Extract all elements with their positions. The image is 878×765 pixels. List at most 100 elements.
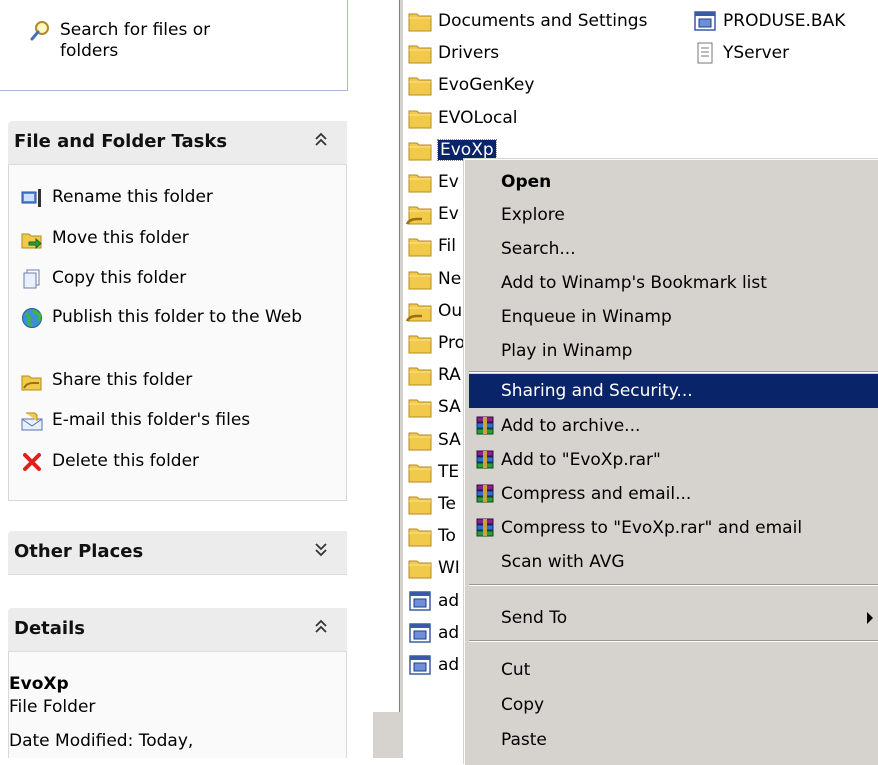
- context-menu-item[interactable]: Play in Winamp: [469, 334, 878, 368]
- file-list-item[interactable]: TE: [405, 457, 459, 487]
- file-list-item[interactable]: Documents and Settings: [405, 6, 647, 36]
- file-name: Fil: [438, 236, 456, 257]
- file-list-item[interactable]: SA: [405, 392, 461, 422]
- file-list-item[interactable]: EVOLocal: [405, 103, 518, 133]
- folder-icon: [408, 13, 432, 32]
- menu-item-label: Sharing and Security...: [501, 381, 693, 401]
- file-list-item[interactable]: To: [405, 521, 456, 551]
- task-move[interactable]: Move this folder: [9, 228, 302, 250]
- file-list-item[interactable]: YServer: [690, 38, 789, 68]
- task-publish[interactable]: Publish this folder to the Web: [9, 307, 302, 329]
- file-list-item[interactable]: ad: [405, 586, 459, 616]
- file-list-item[interactable]: Ev: [405, 167, 459, 197]
- move-icon: [21, 233, 42, 250]
- menu-item-label: Add to "EvoXp.rar": [501, 450, 661, 470]
- folder-icon: [408, 110, 432, 129]
- file-list-item[interactable]: RA: [405, 360, 461, 390]
- text-file-icon: [697, 42, 713, 64]
- file-list-item[interactable]: Drivers: [405, 38, 499, 68]
- file-name: Te: [438, 494, 456, 514]
- folder-icon: [408, 271, 432, 290]
- context-menu-item[interactable]: Scan with AVG: [469, 545, 878, 579]
- menu-item-icon-slot: [469, 550, 501, 574]
- other-places-header[interactable]: Other Places: [8, 531, 347, 575]
- menu-item-icon-slot: [469, 203, 501, 227]
- context-menu-item[interactable]: Open: [469, 165, 878, 199]
- file-folder-tasks-header[interactable]: File and Folder Tasks: [8, 121, 347, 165]
- copy-icon: [23, 269, 40, 289]
- file-list-item[interactable]: ad: [405, 650, 459, 680]
- task-pane: Search for files or folders File and Fol…: [0, 0, 373, 758]
- context-menu-item[interactable]: Explore: [469, 198, 878, 232]
- context-menu-item[interactable]: Send To: [469, 601, 878, 635]
- file-icon: [409, 655, 431, 675]
- file-list-item[interactable]: ad: [405, 618, 459, 648]
- file-list-item[interactable]: Te: [405, 489, 456, 519]
- file-list-item[interactable]: Fil: [405, 231, 456, 261]
- globe-icon: [22, 308, 42, 328]
- chevron-up-icon[interactable]: [311, 617, 331, 637]
- section-title: Details: [14, 618, 85, 639]
- folder-icon: [408, 399, 432, 418]
- file-list-item[interactable]: SA: [405, 425, 461, 455]
- winrar-icon: [476, 484, 494, 503]
- file-list-item[interactable]: Ne: [405, 264, 461, 294]
- file-list-item[interactable]: Ou: [405, 296, 462, 326]
- menu-item-label: Add to archive...: [501, 416, 641, 436]
- menu-separator: [469, 371, 878, 373]
- file-list-item[interactable]: Ev: [405, 199, 459, 229]
- context-menu-item[interactable]: Cut: [469, 653, 878, 687]
- menu-item-label: Search...: [501, 239, 576, 259]
- context-menu-item[interactable]: Compress and email...: [469, 477, 878, 511]
- task-label: Copy this folder: [52, 268, 187, 288]
- context-menu-item[interactable]: Add to archive...: [469, 409, 878, 443]
- folder-icon: [408, 174, 432, 193]
- file-name: YServer: [723, 43, 790, 64]
- task-email[interactable]: E-mail this folder's files: [9, 410, 302, 432]
- context-menu-item[interactable]: Add to Winamp's Bookmark list: [469, 266, 878, 300]
- rename-icon: [21, 189, 41, 207]
- file-list-item[interactable]: Pro: [405, 328, 465, 358]
- task-share[interactable]: Share this folder: [9, 370, 302, 392]
- menu-item-icon-slot: [469, 414, 501, 438]
- menu-item-icon-slot: [469, 170, 501, 194]
- submenu-arrow-icon: [867, 612, 873, 624]
- search-task-box: Search for files or folders: [0, 0, 348, 91]
- file-name: EvoGenKey: [438, 75, 535, 96]
- shared-folder-icon: [405, 303, 432, 322]
- task-label: Share this folder: [52, 370, 193, 390]
- context-menu-item[interactable]: Compress to "EvoXp.rar" and email: [469, 511, 878, 545]
- context-menu-item[interactable]: Copy: [469, 688, 878, 722]
- context-menu: Open Explore Search... Add to Winamp's Book…: [464, 159, 878, 765]
- details-header[interactable]: Details: [8, 608, 347, 652]
- details-type: File Folder: [9, 697, 96, 717]
- menu-separator: [469, 584, 878, 586]
- context-menu-item[interactable]: Sharing and Security...: [469, 374, 878, 408]
- task-rename[interactable]: Rename this folder: [9, 187, 302, 209]
- file-name: Ev: [438, 172, 459, 192]
- context-menu-item[interactable]: Paste: [469, 723, 878, 757]
- file-folder-tasks-body: Rename this folder Move this folder Copy…: [8, 165, 347, 501]
- task-label: Move this folder: [52, 228, 189, 248]
- file-list-item[interactable]: EvoGenKey: [405, 70, 534, 100]
- chevron-down-icon[interactable]: [311, 540, 331, 560]
- context-menu-item[interactable]: Add to "EvoXp.rar": [469, 443, 878, 477]
- file-list-item[interactable]: WI: [405, 553, 460, 583]
- folder-icon: [408, 45, 432, 64]
- search-task-link[interactable]: Search for files or folders: [0, 20, 260, 62]
- context-menu-item[interactable]: Search...: [469, 232, 878, 266]
- file-list-item[interactable]: PRODUSE.BAK: [690, 6, 845, 36]
- folder-icon: [408, 77, 432, 96]
- file-name: Ou: [438, 300, 463, 321]
- task-label: Rename this folder: [52, 187, 213, 207]
- winrar-icon: [476, 450, 494, 469]
- pane-divider[interactable]: [373, 0, 403, 758]
- menu-item-label: Scan with AVG: [501, 552, 625, 572]
- task-delete[interactable]: Delete this folder: [9, 451, 302, 473]
- file-name: To: [438, 526, 456, 547]
- task-copy[interactable]: Copy this folder: [9, 268, 302, 290]
- delete-icon: [23, 453, 41, 471]
- scrollbar-thumb[interactable]: [373, 0, 400, 712]
- chevron-up-icon[interactable]: [311, 130, 331, 150]
- context-menu-item[interactable]: Enqueue in Winamp: [469, 300, 878, 334]
